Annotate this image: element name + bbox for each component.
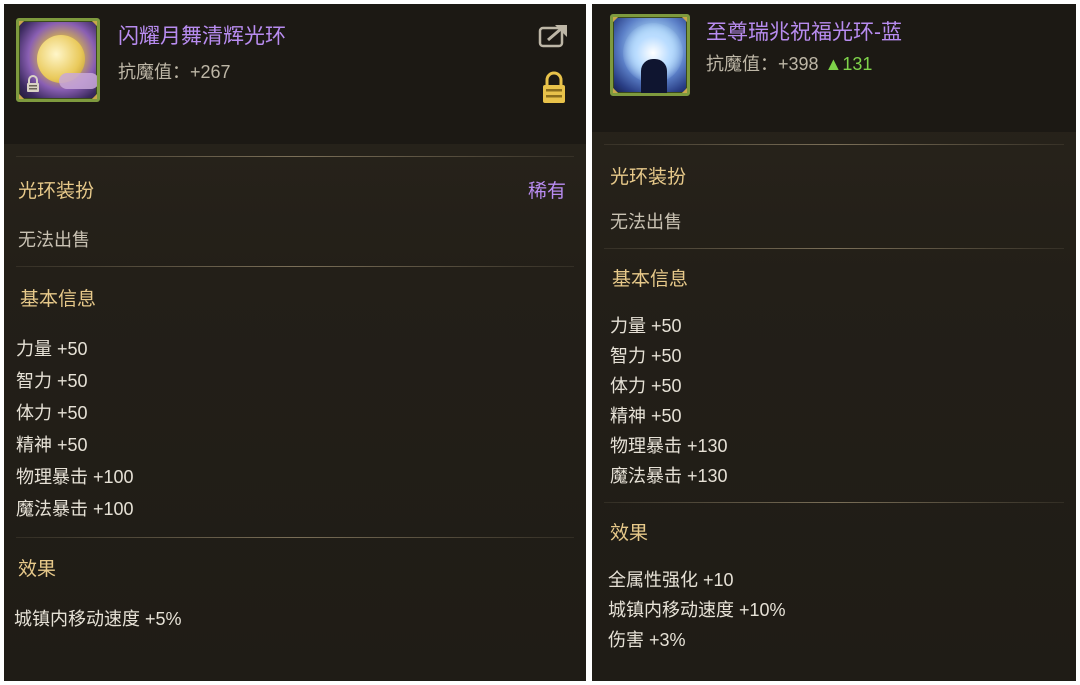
attribute-line: 魔法暴击 +130 [610, 466, 728, 486]
effect-line: 伤害 +3% [608, 630, 686, 650]
item-tooltip-left: 闪耀月舞清辉光环 抗魔值：+267 光环装扮 稀有 无法出售 基本信息 力量 +… [4, 4, 586, 681]
category-label: 光环装扮 [18, 181, 95, 202]
attribute-line: 精神 +50 [610, 406, 682, 426]
item-tooltip-right: 至尊瑞兆祝福光环-蓝 抗魔值：+398 ▲131 光环装扮 无法出售 基本信息 力… [592, 4, 1076, 681]
attribute-line: 智力 +50 [610, 346, 682, 366]
sell-status: 无法出售 [610, 212, 682, 232]
halo-item-icon[interactable] [610, 14, 690, 96]
small-lock-icon [27, 75, 39, 92]
resist-stat: 抗魔值：+267 [118, 62, 231, 82]
divider [16, 537, 574, 538]
effect-title: 效果 [610, 523, 649, 544]
item-title: 至尊瑞兆祝福光环-蓝 [706, 21, 902, 44]
attribute-line: 物理暴击 +100 [16, 467, 134, 487]
resist-stat: 抗魔值：+398 ▲131 [706, 50, 872, 76]
category-label: 光环装扮 [610, 167, 687, 188]
effect-title: 效果 [18, 559, 57, 580]
divider [16, 156, 574, 157]
divider [604, 502, 1064, 503]
divider [16, 266, 574, 267]
cloud-icon [59, 73, 97, 89]
tooltip-header: 闪耀月舞清辉光环 抗魔值：+267 [4, 4, 586, 144]
divider [604, 248, 1064, 249]
basic-info-title: 基本信息 [612, 269, 689, 290]
attribute-line: 体力 +50 [610, 376, 682, 396]
resist-value: 抗魔值：+398 [706, 54, 819, 74]
attribute-line: 力量 +50 [16, 339, 88, 359]
tooltip-header: 至尊瑞兆祝福光环-蓝 抗魔值：+398 ▲131 [592, 4, 1076, 132]
effect-line: 城镇内移动速度 +10% [608, 600, 786, 620]
resist-increase: ▲131 [824, 54, 873, 74]
share-icon[interactable] [538, 22, 570, 48]
divider [604, 144, 1064, 145]
item-title: 闪耀月舞清辉光环 [118, 25, 286, 48]
effect-line: 城镇内移动速度 +5% [14, 609, 182, 629]
effect-line: 全属性强化 +10 [608, 570, 734, 590]
basic-info-title: 基本信息 [20, 289, 97, 310]
halo-item-icon[interactable] [16, 18, 100, 102]
sell-status: 无法出售 [18, 230, 90, 250]
lock-icon[interactable] [540, 70, 568, 104]
attribute-line: 体力 +50 [16, 403, 88, 423]
rarity-badge: 稀有 [528, 181, 567, 202]
attribute-line: 力量 +50 [610, 316, 682, 336]
attribute-line: 魔法暴击 +100 [16, 499, 134, 519]
attribute-line: 智力 +50 [16, 371, 88, 391]
attribute-line: 精神 +50 [16, 435, 88, 455]
attribute-line: 物理暴击 +130 [610, 436, 728, 456]
character-silhouette-icon [641, 59, 667, 93]
